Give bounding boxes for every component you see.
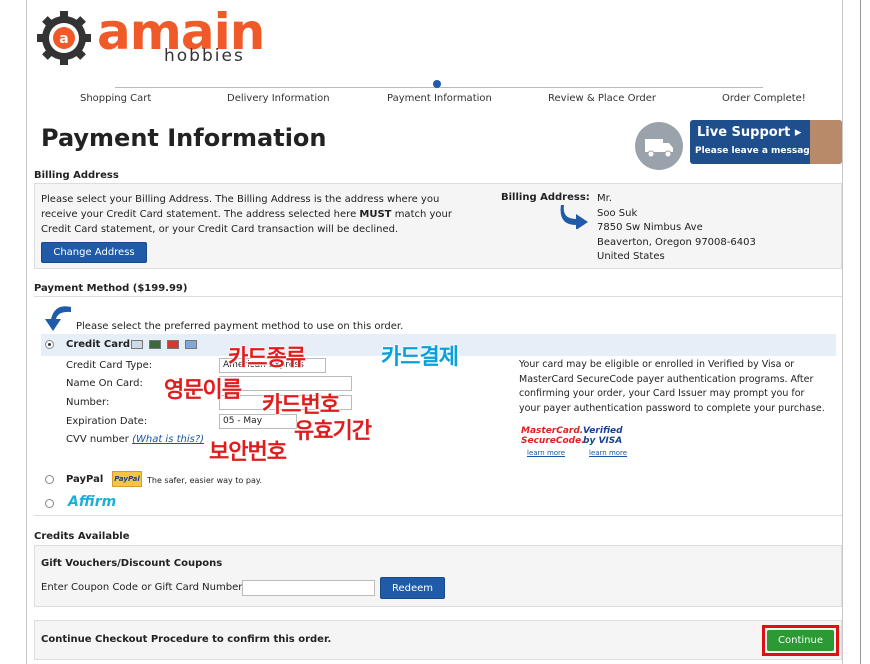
card-number-label: Number: (66, 397, 110, 408)
cvv-label: CVV number (66, 434, 129, 445)
discover-card-icon (149, 340, 161, 349)
billing-heading: Billing Address (34, 170, 119, 181)
billing-text-line-3: Credit Card statement, or your Credit Ca… (41, 224, 399, 235)
logo-gear-icon: a (37, 11, 91, 65)
amex-card-icon (185, 340, 197, 349)
step-payment-information: Payment Information (387, 93, 492, 104)
paypal-tagline: The safer, easier way to pay. (147, 476, 262, 485)
coupon-label: Enter Coupon Code or Gift Card Number (41, 582, 243, 593)
divider (34, 515, 842, 516)
annotation-cvv: 보안번호 (209, 440, 288, 466)
paypal-logo: PayPal (112, 471, 142, 487)
mastercard-securecode-logo: MasterCard. SecureCode. (521, 426, 585, 446)
payment-method-heading: Payment Method ($199.99) (34, 283, 188, 294)
redeem-button[interactable]: Redeem (380, 577, 445, 599)
svg-text:a: a (59, 31, 68, 47)
address-line: United States (597, 251, 665, 262)
arrow-right-icon (560, 205, 588, 229)
verified-text-line: Your card may be eligible or enrolled in… (519, 359, 795, 370)
name-on-card-label: Name On Card: (66, 378, 143, 389)
visa-learn-more-link[interactable]: learn more (589, 449, 627, 457)
logo-subtitle: hobbies (164, 46, 245, 66)
change-address-button[interactable]: Change Address (41, 242, 147, 263)
live-support-subtitle: Please leave a message (695, 146, 816, 156)
step-shopping-cart: Shopping Cart (80, 93, 152, 104)
divider (34, 296, 842, 297)
address-line: Soo Suk (597, 207, 638, 219)
live-support-banner[interactable]: Live Support ▸ Please leave a message (690, 120, 842, 164)
credits-heading: Credits Available (34, 531, 130, 542)
mastercard-learn-more-link[interactable]: learn more (527, 449, 565, 457)
verified-by-visa-logo: Verified by VISA (583, 426, 623, 446)
continue-button-highlight: Continue (762, 625, 839, 656)
affirm-logo: Affirm (68, 494, 117, 510)
step-review-place-order: Review & Place Order (548, 93, 657, 104)
credit-card-label: Credit Card (66, 339, 131, 350)
payment-prompt: Please select the preferred payment meth… (76, 321, 404, 332)
annotation-card-type: 카드종류 (228, 346, 307, 372)
paypal-label: PayPal (66, 474, 104, 485)
annotation-expiry: 유효기간 (294, 419, 373, 445)
paypal-radio[interactable] (45, 475, 54, 484)
step-delivery-information: Delivery Information (227, 93, 330, 104)
card-generic-icon (131, 340, 143, 349)
window-edge (860, 0, 861, 664)
billing-text-line-2: receive your Credit Card statement. The … (41, 207, 481, 222)
arrow-down-icon (45, 306, 71, 331)
address-line: 7850 Sw Nimbus Ave (597, 222, 703, 233)
verified-info-text: Your card may be eligible or enrolled in… (519, 358, 839, 416)
checkout-footer-text: Continue Checkout Procedure to confirm t… (41, 634, 332, 645)
mastercard-icon (167, 340, 179, 349)
credit-card-radio[interactable] (45, 340, 54, 349)
cvv-help-link[interactable]: (What is this?) (132, 434, 204, 445)
verified-text-line: MasterCard SecureCode payer authenticati… (519, 373, 814, 385)
card-type-label: Credit Card Type: (66, 360, 153, 371)
gift-vouchers-heading: Gift Vouchers/Discount Coupons (41, 558, 223, 569)
billing-text-2c: match your (391, 209, 452, 220)
annotation-card-payment: 카드결제 (381, 345, 460, 371)
billing-text-2a: receive your Credit Card statement. The … (41, 209, 360, 220)
expiration-label: Expiration Date: (66, 416, 148, 427)
verified-text-line: confirming your order, your Card Issuer … (519, 388, 805, 399)
verified-text-line: your payer authentication password to co… (519, 402, 825, 414)
page-title: Payment Information (41, 124, 327, 152)
shipping-truck-icon (635, 122, 683, 170)
billing-address-label: Billing Address: (501, 192, 590, 203)
continue-button[interactable]: Continue (767, 630, 834, 651)
progress-current-dot (433, 80, 441, 88)
billing-instructions: Please select your Billing Address. The … (41, 192, 481, 237)
address-line: Beaverton, Oregon 97008-6403 (597, 236, 756, 248)
billing-address-block: Mr. Soo Suk 7850 Sw Nimbus Ave Beaverton… (597, 192, 756, 265)
step-order-complete: Order Complete! (722, 93, 806, 104)
cvv-label-row: CVV number (What is this?) (66, 434, 204, 445)
annotation-english-name: 영문이름 (164, 378, 243, 404)
coupon-code-input[interactable] (242, 580, 375, 596)
address-line: Mr. (597, 193, 612, 204)
billing-text-must: MUST (359, 209, 392, 220)
affirm-radio[interactable] (45, 499, 54, 508)
live-support-title: Live Support ▸ (697, 125, 802, 140)
billing-text-line-1: Please select your Billing Address. The … (41, 194, 440, 205)
support-agent-avatar (810, 120, 842, 164)
